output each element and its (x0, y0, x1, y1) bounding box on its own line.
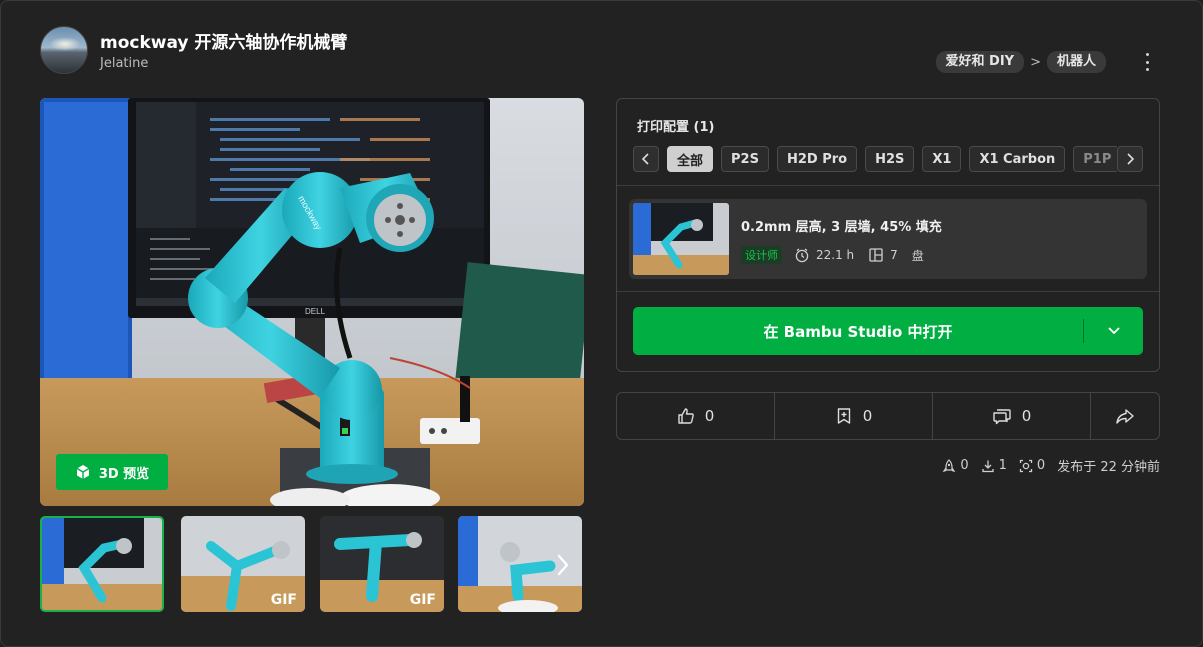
print-count-icon (1019, 459, 1033, 472)
thumbnail-strip: GIF GIF (40, 516, 584, 614)
print-profile-card[interactable]: 0.2mm 层高, 3 层墙, 45% 填充 设计师 22.1 h 7 盘 (629, 199, 1147, 279)
like-count: 0 (704, 407, 715, 425)
collect-count: 0 (862, 407, 873, 425)
preview-3d-label: 3D 预览 (98, 466, 150, 482)
breadcrumb-subcategory[interactable]: 机器人 (1046, 51, 1106, 73)
breadcrumb-category[interactable]: 爱好和 DIY (935, 51, 1025, 73)
print-count: 0 (1036, 458, 1046, 473)
comment-icon (993, 409, 1011, 425)
boost-icon (942, 458, 956, 472)
thumbnail-3-badge: GIF (409, 592, 436, 608)
print-profile-thumbnail (633, 203, 729, 275)
print-profile-meta: 设计师 22.1 h 7 盘 (741, 246, 924, 264)
print-config-panel: 打印配置 (1) 全部 P2S H2D Pro H2S X1 X1 Carbon… (616, 98, 1160, 372)
printer-prev-icon[interactable] (633, 146, 659, 172)
printer-filter-all[interactable]: 全部 (667, 146, 714, 172)
thumbnail-3[interactable]: GIF (320, 516, 444, 612)
breadcrumb-separator: > (1030, 54, 1041, 70)
plate-icon (869, 248, 883, 262)
print-time: 22.1 h (816, 248, 855, 262)
print-config-title: 打印配置 (1) (637, 120, 715, 135)
printer-filter-p2s[interactable]: P2S (721, 146, 769, 172)
bookmark-add-icon (837, 408, 850, 424)
boost-count: 0 (960, 458, 969, 473)
printer-filter-h2s[interactable]: H2S (865, 146, 915, 172)
print-stat: 0 (1019, 458, 1045, 473)
plate-count: 7 (890, 248, 898, 262)
thumbnail-next-icon[interactable] (552, 548, 574, 582)
printer-filter-x1[interactable]: X1 (922, 146, 962, 172)
clock-icon (795, 248, 809, 263)
thumbnail-1[interactable] (40, 516, 164, 612)
printer-filter-list: 全部 P2S H2D Pro H2S X1 X1 Carbon P1P H2 (667, 146, 1117, 172)
model-stats: 0 1 0 发布于 22 分钟前 (942, 456, 1160, 475)
action-bar: 0 0 0 (616, 392, 1160, 440)
divider (617, 185, 1159, 186)
svg-text:DELL: DELL (305, 307, 326, 316)
collect-button[interactable]: 0 (775, 393, 933, 439)
more-options-icon[interactable] (1142, 53, 1152, 71)
printer-filter-h2d-pro[interactable]: H2D Pro (776, 146, 858, 172)
download-stat: 1 (981, 458, 1007, 473)
comment-button[interactable]: 0 (933, 393, 1091, 439)
share-icon (1116, 409, 1134, 424)
thumbs-up-icon (678, 408, 694, 424)
open-options-chevron-down-icon[interactable] (1084, 307, 1143, 355)
printer-filter-p1p[interactable]: P1P (1073, 146, 1117, 172)
open-in-bambu-studio-button[interactable]: 在 Bambu Studio 中打开 (633, 307, 1143, 355)
printer-filter-x1-carbon[interactable]: X1 Carbon (969, 146, 1066, 172)
breadcrumb: 爱好和 DIY > 机器人 (935, 51, 1106, 73)
thumbnail-2[interactable]: GIF (181, 516, 305, 612)
divider (617, 291, 1159, 292)
model-title: mockway 开源六轴协作机械臂 (100, 33, 348, 53)
main-model-image[interactable]: DELL mockway (40, 98, 584, 506)
preview-3d-button[interactable]: 3D 预览 (56, 454, 168, 490)
open-button-label: 在 Bambu Studio 中打开 (763, 322, 953, 341)
download-count: 1 (998, 458, 1007, 473)
plate-unit: 盘 (911, 248, 924, 263)
download-icon (981, 460, 994, 472)
boost-stat: 0 (942, 458, 969, 473)
designer-badge: 设计师 (741, 246, 782, 264)
like-button[interactable]: 0 (617, 393, 775, 439)
thumbnail-2-badge: GIF (270, 592, 297, 608)
author-name[interactable]: Jelatine (100, 56, 148, 71)
print-profile-name: 0.2mm 层高, 3 层墙, 45% 填充 (741, 220, 942, 235)
published-time: 发布于 22 分钟前 (1057, 460, 1160, 475)
author-avatar[interactable] (40, 26, 88, 74)
comment-count: 0 (1021, 407, 1032, 425)
cube-icon (76, 465, 90, 479)
share-button[interactable] (1091, 393, 1159, 439)
printer-next-icon[interactable] (1117, 146, 1143, 172)
